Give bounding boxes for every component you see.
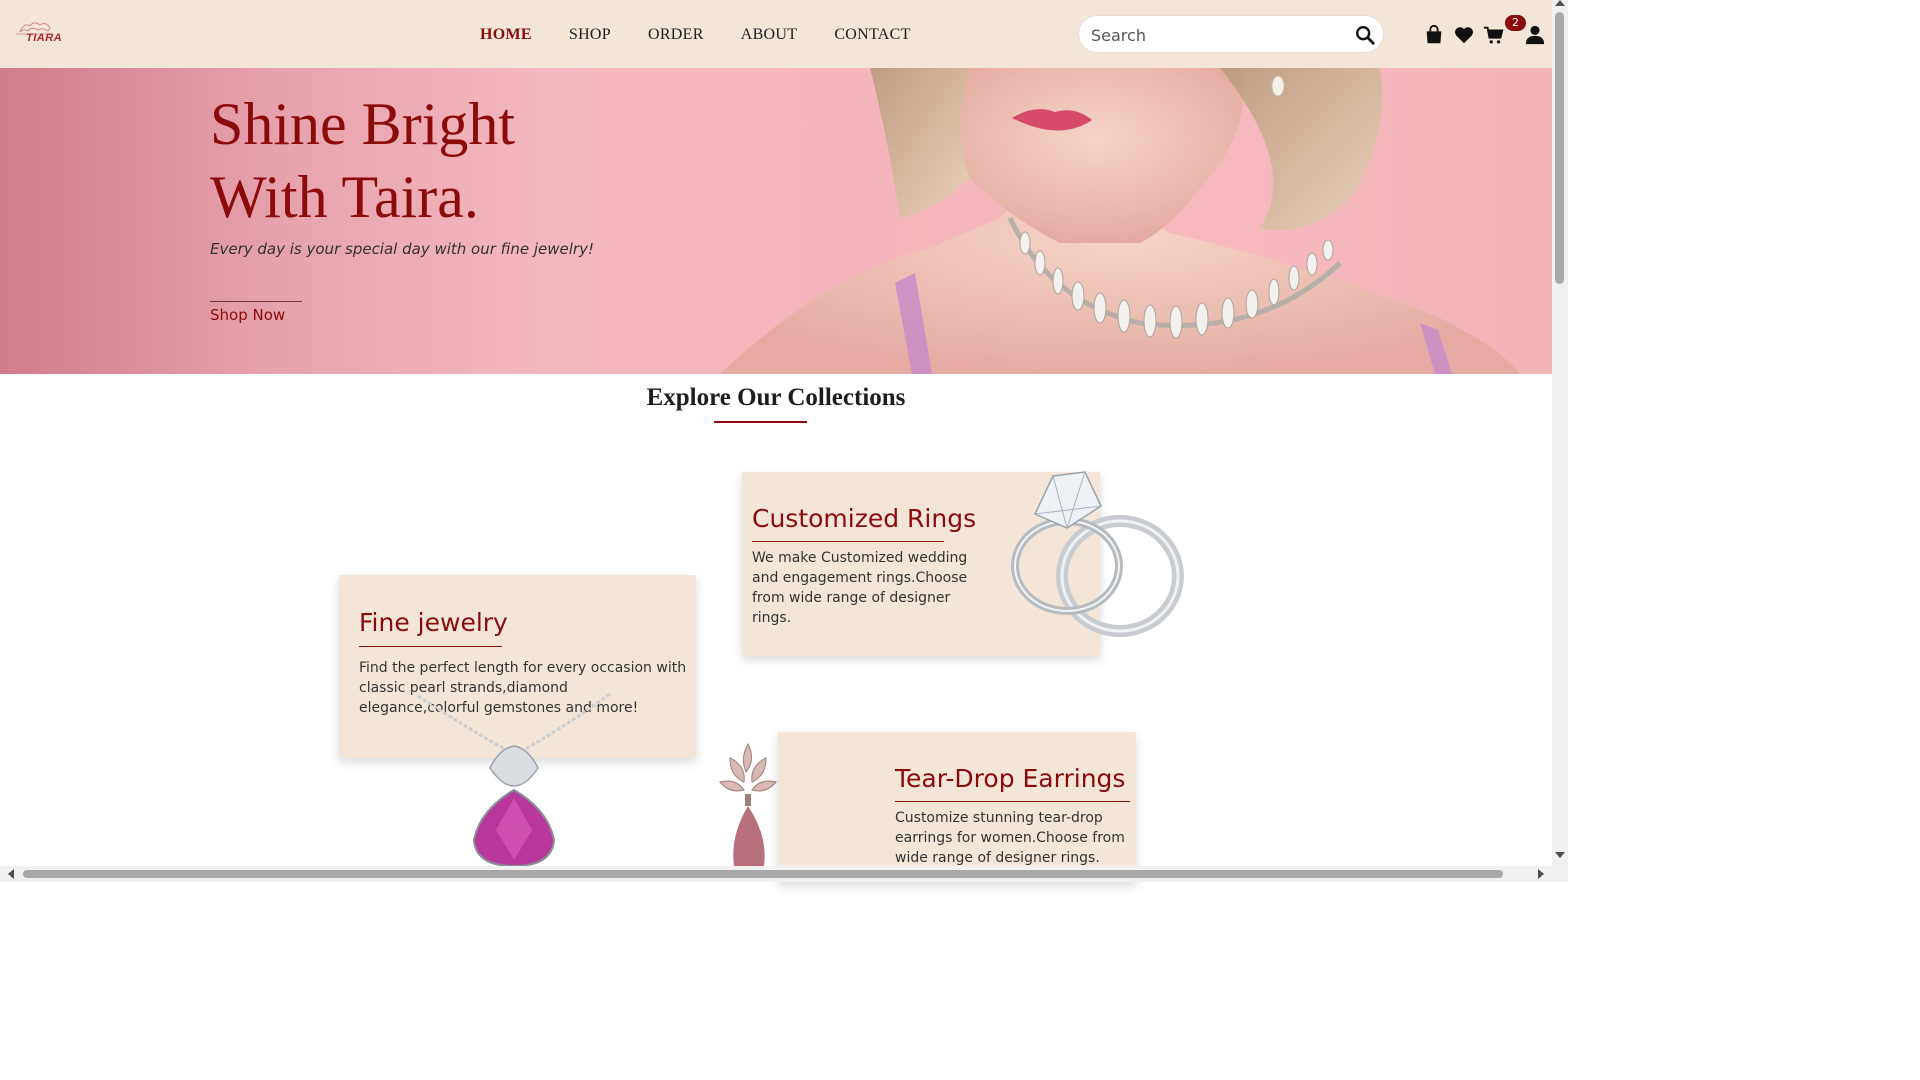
cart-icon[interactable] xyxy=(1483,24,1505,46)
card-fine-underline xyxy=(359,646,502,647)
scroll-up-icon[interactable] xyxy=(1555,0,1565,6)
nav-contact[interactable]: CONTACT xyxy=(834,26,910,44)
site-header: TIARA HOME SHOP ORDER ABOUT CONTACT 2 xyxy=(0,0,1552,68)
vertical-scroll-thumb[interactable] xyxy=(1555,12,1564,284)
card-tear-drop-earrings[interactable]: Tear-Drop Earrings Customize stunning te… xyxy=(778,732,1136,882)
cart-count-badge: 2 xyxy=(1505,15,1526,31)
collections-title: Explore Our Collections xyxy=(646,384,906,411)
hero-title-line-2: With Taira. xyxy=(210,164,479,230)
card-rings-title: Customized Rings xyxy=(752,504,977,533)
card-rings-underline xyxy=(752,541,944,542)
shop-now-underline xyxy=(210,301,302,302)
logo-text: TIARA xyxy=(26,32,63,44)
scroll-left-icon[interactable] xyxy=(8,869,14,879)
hero-title: Shine Bright With Taira. xyxy=(210,88,515,234)
hero-subtitle: Every day is your special day with our f… xyxy=(210,240,594,258)
pendant-necklace-image xyxy=(417,692,611,866)
nav-order[interactable]: ORDER xyxy=(648,26,704,44)
model-necklace-image xyxy=(720,68,1520,374)
search-box xyxy=(1078,15,1384,53)
scroll-down-icon[interactable] xyxy=(1555,852,1565,858)
user-icon[interactable] xyxy=(1524,24,1546,46)
nav-home[interactable]: HOME xyxy=(480,26,532,44)
hero-banner: Shine Bright With Taira. Every day is yo… xyxy=(0,68,1552,374)
scroll-right-icon[interactable] xyxy=(1538,869,1544,879)
shop-now-link[interactable]: Shop Now xyxy=(210,306,285,324)
card-rings-text: We make Customized wedding and engagemen… xyxy=(752,550,968,626)
search-icon[interactable] xyxy=(1354,24,1376,46)
nav-shop[interactable]: SHOP xyxy=(569,26,611,44)
tiara-logo[interactable]: TIARA xyxy=(14,18,64,50)
shopping-bag-icon[interactable] xyxy=(1423,24,1445,46)
card-earrings-text: Customize stunning tear-drop earrings fo… xyxy=(895,810,1125,866)
horizontal-scroll-thumb[interactable] xyxy=(23,870,1503,878)
main-nav: HOME SHOP ORDER ABOUT CONTACT xyxy=(480,26,948,44)
card-earrings-underline xyxy=(895,801,1130,802)
card-fine-title: Fine jewelry xyxy=(359,608,508,637)
hero-title-line-1: Shine Bright xyxy=(210,91,516,157)
nav-about[interactable]: ABOUT xyxy=(741,26,798,44)
collections-title-underline xyxy=(714,421,807,423)
search-input[interactable] xyxy=(1091,24,1341,46)
card-earrings-title: Tear-Drop Earrings xyxy=(895,764,1126,793)
heart-icon[interactable] xyxy=(1453,24,1475,46)
rings-image xyxy=(1011,471,1184,637)
